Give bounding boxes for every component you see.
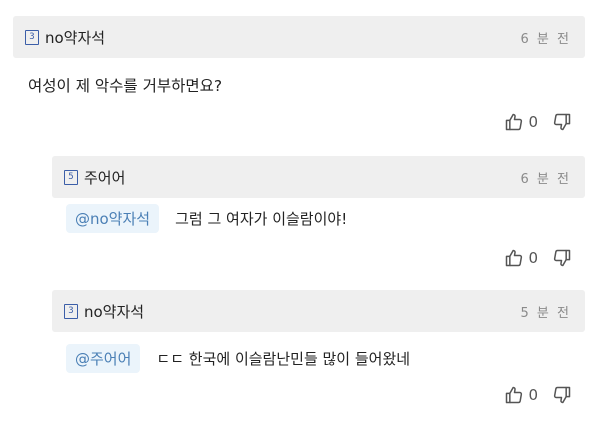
thumbs-up-icon[interactable] (504, 385, 524, 405)
comment-reply-1: 5 주어어 6 분 전 @no약자석 그럼 그 여자가 이슬람이야! 0 (0, 144, 600, 278)
thumbs-down-icon[interactable] (552, 248, 572, 268)
comment-timestamp: 5 분 전 (520, 305, 571, 321)
like-count: 0 (528, 386, 538, 404)
comment-header: 5 주어어 6 분 전 (52, 156, 585, 198)
comment-1: 3 no약자석 6 분 전 여성이 제 악수를 거부하면요? 0 (0, 0, 600, 144)
comment-author[interactable]: 주어어 (84, 167, 521, 188)
comment-text: 그럼 그 여자가 이슬람이야! (175, 210, 348, 228)
comment-actions: 0 (504, 385, 572, 405)
mention-tag[interactable]: @no약자석 (66, 204, 160, 233)
comment-timestamp: 6 분 전 (520, 171, 571, 187)
comment-timestamp: 6 분 전 (520, 31, 571, 47)
comment-actions: 0 (504, 248, 572, 268)
like-count: 0 (528, 249, 538, 267)
comment-text: ㄷㄷ 한국에 이슬람난민들 많이 들어왔네 (156, 350, 411, 368)
thumbs-up-icon[interactable] (504, 112, 524, 132)
comment-reply-2: 3 no약자석 5 분 전 @주어어 ㄷㄷ 한국에 이슬람난민들 많이 들어왔네… (0, 278, 600, 432)
level-badge-icon: 3 (64, 303, 78, 319)
reply-content: @주어어 ㄷㄷ 한국에 이슬람난민들 많이 들어왔네 (66, 344, 410, 373)
level-badge-icon: 3 (25, 29, 39, 45)
mention-tag[interactable]: @주어어 (66, 344, 141, 373)
comment-actions: 0 (504, 112, 572, 132)
comment-header: 3 no약자석 5 분 전 (52, 290, 585, 332)
level-badge-icon: 5 (64, 169, 78, 185)
comment-header: 3 no약자석 6 분 전 (13, 16, 585, 58)
comment-author[interactable]: no약자석 (45, 27, 521, 48)
like-count: 0 (528, 113, 538, 131)
comment-text: 여성이 제 악수를 거부하면요? (28, 77, 223, 95)
thumbs-down-icon[interactable] (552, 385, 572, 405)
reply-content: @no약자석 그럼 그 여자가 이슬람이야! (66, 204, 347, 233)
thumbs-down-icon[interactable] (552, 112, 572, 132)
thumbs-up-icon[interactable] (504, 248, 524, 268)
comment-author[interactable]: no약자석 (84, 301, 521, 322)
